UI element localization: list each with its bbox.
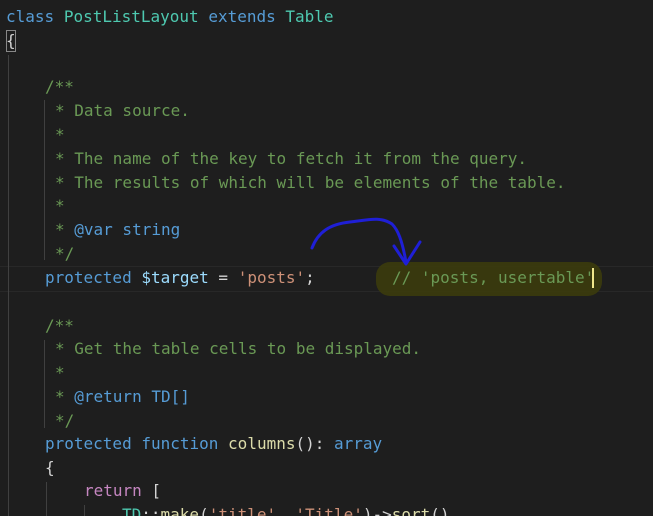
hand-drawn-arrow: [310, 217, 422, 266]
code-editor[interactable]: class PostListLayout extends Table { /**…: [0, 0, 653, 516]
